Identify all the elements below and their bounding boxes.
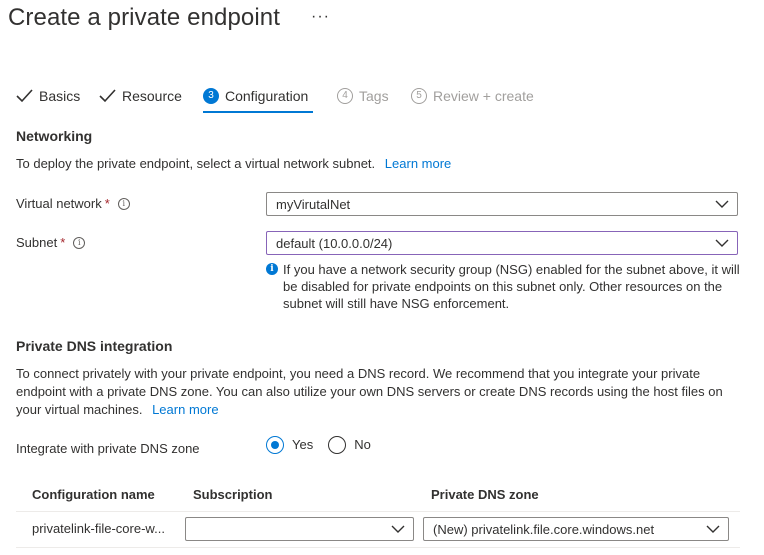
virtual-network-dropdown[interactable]: myVirutalNet bbox=[266, 192, 738, 216]
active-tab-indicator bbox=[203, 111, 313, 113]
table-header-divider bbox=[16, 511, 740, 512]
page-title: Create a private endpoint bbox=[8, 4, 281, 31]
subnet-value: default (10.0.0.0/24) bbox=[276, 235, 393, 251]
integrate-dns-radio-group: Yes No bbox=[266, 436, 371, 454]
private-dns-zone-dropdown[interactable]: (New) privatelink.file.core.windows.net bbox=[423, 517, 729, 541]
column-header-configuration-name: Configuration name bbox=[32, 487, 155, 502]
tab-tags[interactable]: 4 Tags bbox=[337, 88, 389, 104]
info-icon[interactable]: i bbox=[117, 197, 130, 210]
subnet-label-text: Subnet bbox=[16, 235, 58, 250]
step-number-badge: 5 bbox=[411, 88, 427, 104]
dns-description: To connect privately with your private e… bbox=[16, 365, 756, 419]
table-row-divider bbox=[16, 547, 740, 548]
networking-heading: Networking bbox=[16, 128, 93, 144]
nsg-info-message: i If you have a network security group (… bbox=[266, 261, 746, 312]
virtual-network-value: myVirutalNet bbox=[276, 196, 351, 212]
subscription-dropdown[interactable] bbox=[185, 517, 414, 541]
dns-description-line: To connect privately with your private e… bbox=[16, 366, 701, 381]
info-icon[interactable]: i bbox=[73, 236, 86, 249]
subnet-label: Subnet * i bbox=[16, 235, 86, 250]
radio-no[interactable] bbox=[328, 436, 347, 454]
networking-description: To deploy the private endpoint, select a… bbox=[16, 155, 451, 173]
step-number-badge: 3 bbox=[203, 88, 219, 104]
vnet-label: Virtual network * i bbox=[16, 196, 130, 211]
radio-option-yes[interactable]: Yes bbox=[266, 436, 313, 454]
tab-configuration-label: Configuration bbox=[225, 88, 309, 104]
tab-basics-label: Basics bbox=[39, 88, 81, 104]
tab-configuration[interactable]: 3 Configuration bbox=[203, 88, 308, 104]
tab-resource-label: Resource bbox=[122, 88, 182, 104]
checkmark-icon bbox=[16, 89, 33, 103]
nsg-info-text: If you have a network security group (NS… bbox=[283, 262, 740, 311]
info-icon: i bbox=[266, 263, 278, 275]
vnet-label-text: Virtual network bbox=[16, 196, 102, 211]
dns-learn-more-link[interactable]: Learn more bbox=[152, 402, 218, 417]
tab-review-create-label: Review + create bbox=[433, 88, 534, 104]
radio-yes-label: Yes bbox=[292, 437, 314, 452]
subnet-dropdown[interactable]: default (10.0.0.0/24) bbox=[266, 231, 738, 255]
required-asterisk: * bbox=[60, 235, 66, 250]
radio-option-no[interactable]: No bbox=[328, 436, 371, 454]
column-header-subscription: Subscription bbox=[193, 487, 273, 502]
chevron-down-icon bbox=[706, 525, 720, 533]
column-header-private-dns-zone: Private DNS zone bbox=[431, 487, 539, 502]
chevron-down-icon bbox=[715, 239, 729, 247]
dns-description-line: endpoint with a private DNS zone. You ca… bbox=[16, 384, 723, 399]
networking-learn-more-link[interactable]: Learn more bbox=[385, 156, 451, 171]
chevron-down-icon bbox=[391, 525, 405, 533]
step-number-badge: 4 bbox=[337, 88, 353, 104]
more-options-button[interactable]: ··· bbox=[311, 8, 330, 26]
config-name-cell: privatelink-file-core-w... bbox=[32, 521, 165, 536]
tab-tags-label: Tags bbox=[359, 88, 389, 104]
chevron-down-icon bbox=[715, 200, 729, 208]
integrate-dns-label: Integrate with private DNS zone bbox=[16, 441, 200, 456]
dns-heading: Private DNS integration bbox=[16, 338, 173, 354]
required-asterisk: * bbox=[104, 196, 110, 211]
tab-review-create[interactable]: 5 Review + create bbox=[411, 88, 534, 104]
radio-yes[interactable] bbox=[266, 436, 284, 454]
private-dns-zone-value: (New) privatelink.file.core.windows.net bbox=[433, 521, 655, 537]
tab-resource[interactable]: Resource bbox=[99, 88, 182, 104]
radio-no-label: No bbox=[354, 437, 371, 452]
networking-description-text: To deploy the private endpoint, select a… bbox=[16, 156, 376, 171]
dns-description-line: your virtual machines. bbox=[16, 402, 143, 417]
tab-basics[interactable]: Basics bbox=[16, 88, 80, 104]
checkmark-icon bbox=[99, 89, 116, 103]
